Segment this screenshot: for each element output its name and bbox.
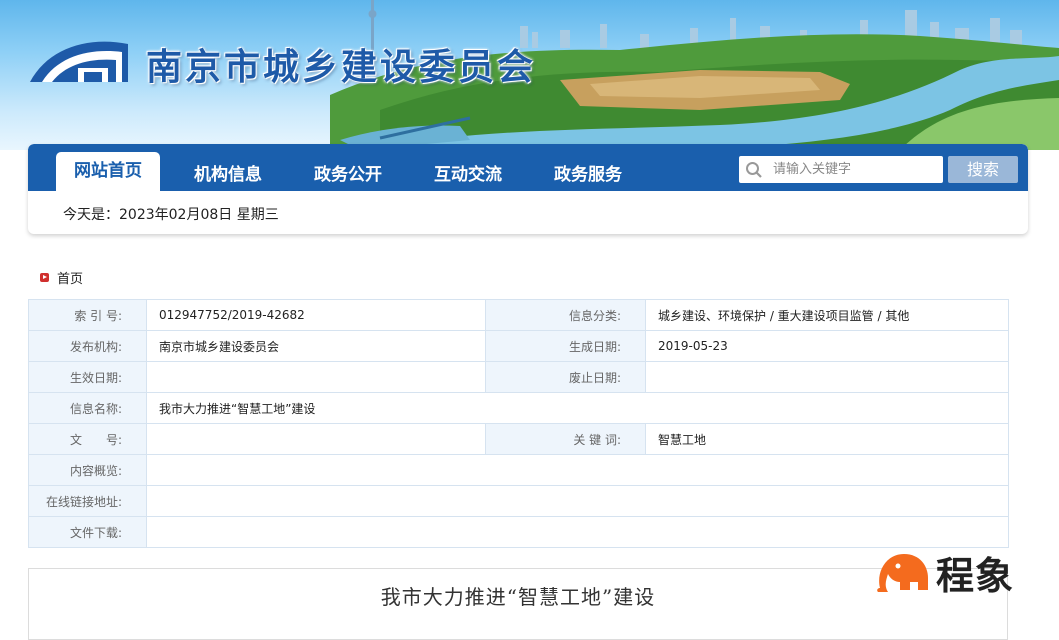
table-row: 文件下载: [28, 516, 1009, 548]
breadcrumb-home-link[interactable]: 首页 [57, 272, 83, 287]
nav-item-interaction[interactable]: 互动交流 [434, 160, 502, 185]
article-title: 我市大力推进“智慧工地”建设 [380, 585, 656, 609]
date-display: 今天是：2023年02月08日 星期三 [63, 204, 279, 224]
file-download-value[interactable] [146, 516, 1009, 548]
expiry-date-label: 废止日期: [485, 361, 646, 393]
date-label: 今天是： [63, 207, 119, 223]
search-icon [746, 162, 762, 178]
nav-panel: 网站首页 机构信息 政务公开 互动交流 政务服务 搜索 今天是：2023年02月… [28, 144, 1028, 234]
table-row: 索 引 号: 012947752/2019-42682 信息分类: 城乡建设、环… [28, 299, 1009, 331]
doc-number-value [146, 423, 486, 455]
weekday: 星期三 [236, 207, 279, 223]
watermark-text: 程象 [936, 554, 1015, 598]
keywords-value: 智慧工地 [645, 423, 1009, 455]
date-value: 2023年02月08日 [119, 207, 233, 223]
expiry-date-value [645, 361, 1009, 393]
publisher-label: 发布机构: [28, 330, 147, 362]
table-row: 生效日期: 废止日期: [28, 361, 1009, 393]
online-link-label: 在线链接地址: [28, 485, 147, 517]
summary-value [146, 454, 1009, 486]
category-value: 城乡建设、环境保护 / 重大建设项目监管 / 其他 [645, 299, 1009, 331]
keywords-label: 关 键 词: [485, 423, 646, 455]
nav-item-org-info[interactable]: 机构信息 [194, 160, 262, 185]
effective-date-label: 生效日期: [28, 361, 147, 393]
created-date-label: 生成日期: [485, 330, 646, 362]
elephant-watermark-icon [877, 554, 928, 592]
nav-item-home[interactable]: 网站首页 [56, 152, 160, 191]
breadcrumb: 首页 [40, 268, 83, 287]
category-label: 信息分类: [485, 299, 646, 331]
site-title: 南京市城乡建设委员会 [146, 46, 537, 88]
search-box [739, 156, 943, 183]
table-row: 内容概览: [28, 454, 1009, 486]
article-panel: 我市大力推进“智慧工地”建设 [28, 568, 1008, 640]
index-value: 012947752/2019-42682 [146, 299, 486, 331]
nav-item-gov-affairs[interactable]: 政务公开 [314, 160, 382, 185]
created-date-value: 2019-05-23 [645, 330, 1009, 362]
table-row: 在线链接地址: [28, 485, 1009, 517]
search-input[interactable] [773, 156, 938, 183]
publisher-value: 南京市城乡建设委员会 [146, 330, 486, 362]
header-banner: 南京市城乡建设委员会 [0, 0, 1059, 150]
info-meta-table: 索 引 号: 012947752/2019-42682 信息分类: 城乡建设、环… [28, 299, 1009, 548]
main-nav: 网站首页 机构信息 政务公开 互动交流 政务服务 搜索 [28, 144, 1028, 191]
search-button[interactable]: 搜索 [948, 156, 1018, 183]
table-row: 信息名称: 我市大力推进“智慧工地”建设 [28, 392, 1009, 424]
index-label: 索 引 号: [28, 299, 147, 331]
doc-number-label: 文 号: [28, 423, 147, 455]
nav-item-gov-services[interactable]: 政务服务 [554, 160, 622, 185]
info-name-value: 我市大力推进“智慧工地”建设 [146, 392, 1009, 424]
effective-date-value [146, 361, 486, 393]
online-link-value[interactable] [146, 485, 1009, 517]
table-row: 文 号: 关 键 词: 智慧工地 [28, 423, 1009, 455]
info-name-label: 信息名称: [28, 392, 147, 424]
play-icon [40, 273, 49, 282]
file-download-label: 文件下载: [28, 516, 147, 548]
table-row: 发布机构: 南京市城乡建设委员会 生成日期: 2019-05-23 [28, 330, 1009, 362]
summary-label: 内容概览: [28, 454, 147, 486]
site-logo-icon [30, 41, 128, 82]
